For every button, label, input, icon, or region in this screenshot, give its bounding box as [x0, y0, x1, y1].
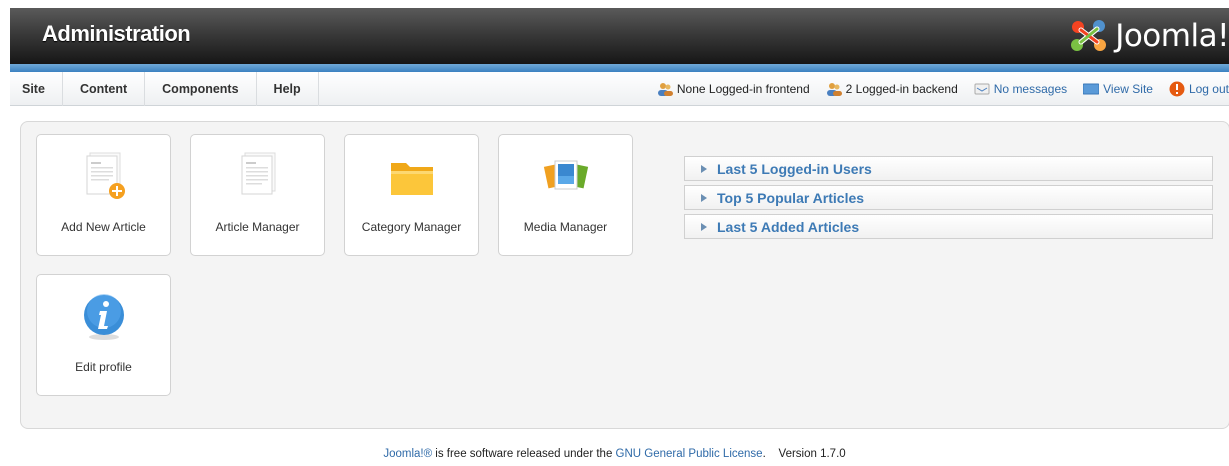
logout-text: Log out — [1188, 82, 1229, 96]
folder-icon — [390, 163, 433, 195]
users-icon — [826, 83, 842, 96]
media-manager-button[interactable]: Media Manager — [498, 134, 633, 256]
logo-text: Joomla! — [1115, 18, 1229, 54]
panel-logged-in-users[interactable]: Last 5 Logged-in Users — [684, 156, 1213, 181]
footer-text: is free software released under the — [432, 448, 616, 460]
tile-label: Edit profile — [75, 360, 132, 374]
main-menu-bar: Site Content Components Help None Logged… — [10, 71, 1229, 106]
joomla-logo-icon — [1071, 20, 1107, 51]
frontend-users-status: None Logged-in frontend — [657, 82, 810, 96]
monitor-icon — [1083, 83, 1100, 95]
menu-content[interactable]: Content — [63, 71, 146, 106]
joomla-logo[interactable]: Joomla! — [1067, 14, 1229, 58]
info-icon — [83, 294, 124, 340]
panel-added-articles[interactable]: Last 5 Added Articles — [684, 214, 1213, 239]
panel-label: Top 5 Popular Articles — [717, 189, 865, 206]
tile-label: Media Manager — [523, 220, 608, 234]
menu-components[interactable]: Components — [145, 71, 257, 106]
tile-label: Article Manager — [215, 220, 300, 234]
page-footer: Joomla!® is free software released under… — [0, 448, 1229, 460]
panel-label: Last 5 Added Articles — [717, 218, 860, 235]
messages-text: No messages — [993, 82, 1068, 96]
logout-link[interactable]: Log out — [1169, 81, 1229, 97]
page-title: Administration — [42, 21, 191, 46]
media-icon — [543, 160, 588, 190]
logout-icon — [1169, 81, 1185, 97]
view-site-text: View Site — [1103, 82, 1153, 96]
panel-label: Last 5 Logged-in Users — [717, 160, 872, 177]
add-new-article-button[interactable]: Add New Article — [36, 134, 171, 256]
license-link[interactable]: GNU General Public License — [616, 448, 763, 460]
category-manager-button[interactable]: Category Manager — [344, 134, 479, 256]
menu-site[interactable]: Site — [10, 71, 63, 106]
expand-arrow-icon — [701, 193, 707, 202]
users-icon — [657, 83, 673, 96]
tile-label: Add New Article — [61, 220, 146, 234]
panel-popular-articles[interactable]: Top 5 Popular Articles — [684, 185, 1213, 210]
view-site-link[interactable]: View Site — [1083, 82, 1153, 96]
info-panels: Last 5 Logged-in Users Top 5 Popular Art… — [684, 156, 1213, 243]
expand-arrow-icon — [701, 164, 707, 173]
version-text: . Version 1.7.0 — [762, 448, 846, 460]
tile-label: Category Manager — [361, 220, 462, 234]
messages-icon — [974, 83, 990, 95]
frontend-users-text: None Logged-in frontend — [676, 82, 810, 96]
menu-help[interactable]: Help — [257, 71, 319, 106]
backend-users-status: 2 Logged-in backend — [826, 82, 958, 96]
edit-profile-button[interactable]: Edit profile — [36, 274, 171, 396]
status-bar: None Logged-in frontend 2 Logged-in back… — [641, 72, 1229, 106]
add-article-icon — [86, 152, 125, 199]
article-manager-button[interactable]: Article Manager — [190, 134, 325, 256]
control-panel: Add New Article Article Manager Category… — [20, 121, 1229, 429]
article-icon — [241, 152, 275, 195]
backend-users-text: 2 Logged-in backend — [845, 82, 958, 96]
joomla-link[interactable]: Joomla!® — [383, 448, 432, 460]
admin-header: Administration Joomla! — [10, 8, 1229, 64]
messages-link[interactable]: No messages — [974, 82, 1067, 96]
expand-arrow-icon — [701, 222, 707, 231]
